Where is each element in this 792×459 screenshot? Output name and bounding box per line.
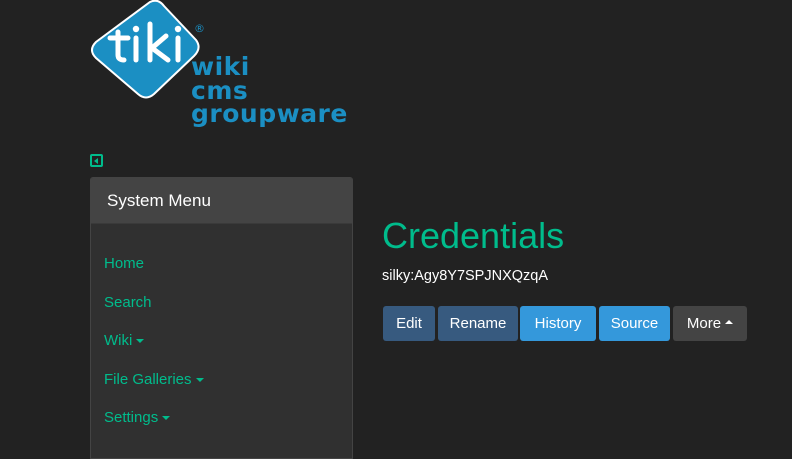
caret-down-icon	[195, 377, 204, 382]
menu-link-home[interactable]: Home	[104, 255, 144, 272]
system-menu-title: System Menu	[91, 178, 352, 224]
caret-up-icon	[725, 320, 734, 325]
system-menu-list: Home Search Wiki File Galleries Settings	[104, 255, 204, 448]
logo-word-wiki: wiki	[191, 52, 250, 81]
registered-mark: ®	[194, 22, 205, 35]
page-subtitle: silky:Agy8Y7SPJNXQzqA	[382, 268, 549, 284]
menu-item-home: Home	[104, 255, 204, 294]
page: ® wiki cms groupware System Menu Home Se…	[0, 0, 792, 459]
menu-link-search[interactable]: Search	[104, 294, 152, 311]
page-title: Credentials	[382, 215, 565, 256]
tiki-logo[interactable]: ® wiki cms groupware	[88, 0, 347, 130]
menu-link-settings-label: Settings	[104, 409, 159, 426]
caret-down-icon	[136, 339, 145, 344]
system-menu-panel: System Menu Home Search Wiki File Galler…	[90, 177, 353, 459]
menu-link-file-galleries-label: File Galleries	[104, 370, 192, 388]
menu-item-wiki: Wiki	[104, 332, 204, 371]
logo-word-groupware: groupware	[191, 99, 348, 128]
menu-link-file-galleries[interactable]: File Galleries	[104, 371, 204, 388]
rename-button[interactable]: Rename	[438, 306, 518, 341]
menu-item-settings: Settings	[104, 409, 204, 448]
menu-item-file-galleries: File Galleries	[104, 371, 204, 410]
edit-button[interactable]: Edit	[383, 306, 435, 341]
menu-link-wiki[interactable]: Wiki	[104, 332, 145, 349]
more-button-label: More	[686, 315, 722, 332]
source-button[interactable]: Source	[599, 306, 670, 341]
menu-link-wiki-label: Wiki	[104, 332, 133, 349]
sidebar-toggle-icon[interactable]	[90, 154, 103, 167]
history-button[interactable]: History	[520, 306, 596, 341]
menu-item-search: Search	[104, 294, 204, 333]
menu-link-settings[interactable]: Settings	[104, 409, 171, 426]
caret-down-icon	[162, 416, 171, 421]
more-button[interactable]: More	[673, 306, 747, 341]
